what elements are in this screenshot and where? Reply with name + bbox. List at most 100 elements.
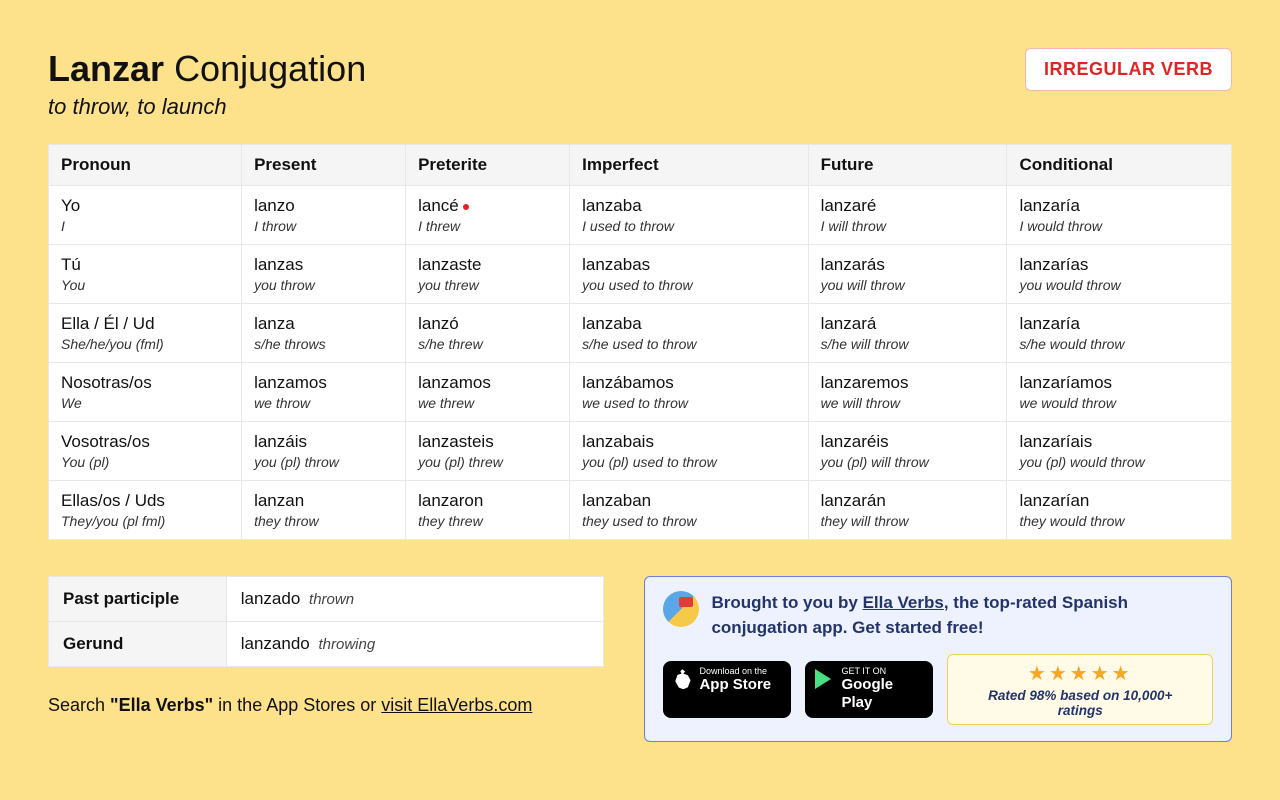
conjugation-cell: lanzabaI used to throw — [570, 186, 808, 245]
cell-sub: I used to throw — [582, 218, 795, 234]
cell-main: Ella / Él / Ud — [61, 314, 229, 334]
cell-main: lanzan — [254, 491, 393, 511]
conjugation-cell: lanzan they throw — [242, 481, 406, 540]
cell-sub: you used to throw — [582, 277, 795, 293]
cell-main: lanzamos — [254, 373, 393, 393]
cell-main: lanzaré — [821, 196, 995, 216]
column-header: Present — [242, 145, 406, 186]
conjugation-cell: lanzaré I will throw — [808, 186, 1007, 245]
cell-main: lanzarán — [821, 491, 995, 511]
conjugation-cell: lanzamoswe threw — [406, 363, 570, 422]
page-title: Lanzar Conjugation — [48, 48, 366, 90]
cell-main: lanzará — [821, 314, 995, 334]
cell-sub: I would throw — [1019, 218, 1219, 234]
conjugation-cell: Nosotras/osWe — [49, 363, 242, 422]
cell-sub: you will throw — [821, 277, 995, 293]
cell-sub: s/he used to throw — [582, 336, 795, 352]
conjugation-cell: lanzasteisyou (pl) threw — [406, 422, 570, 481]
title-verb: Lanzar — [48, 48, 164, 89]
conjugation-cell: lanzabanthey used to throw — [570, 481, 808, 540]
cell-sub: you throw — [254, 277, 393, 293]
conjugation-cell: Ellas/os / UdsThey/you (pl fml) — [49, 481, 242, 540]
conjugation-cell: lanzaríasyou would throw — [1007, 245, 1232, 304]
cell-sub: s/he would throw — [1019, 336, 1219, 352]
conjugation-cell: Ella / Él / Ud She/he/you (fml) — [49, 304, 242, 363]
cell-main: lanzabas — [582, 255, 795, 275]
forms-table: Past participle lanzado thrown Gerund la… — [48, 576, 604, 667]
cell-sub: I threw — [418, 218, 557, 234]
cell-main: lanzábamos — [582, 373, 795, 393]
conjugation-cell: lanzaronthey threw — [406, 481, 570, 540]
cell-sub: they throw — [254, 513, 393, 529]
conjugation-cell: Yo I — [49, 186, 242, 245]
promo-box: Brought to you by Ella Verbs, the top-ra… — [644, 576, 1232, 742]
table-row: Nosotras/osWelanzamoswe throwlanzamoswe … — [49, 363, 1232, 422]
conjugation-cell: lanzaréisyou (pl) will throw — [808, 422, 1007, 481]
cell-sub: s/he throws — [254, 336, 393, 352]
conjugation-cell: Vosotras/os You (pl) — [49, 422, 242, 481]
cell-main: Yo — [61, 196, 229, 216]
ella-verbs-logo-icon — [663, 591, 699, 627]
rating-text: Rated 98% based on 10,000+ ratings — [966, 688, 1194, 718]
conjugation-cell: TúYou — [49, 245, 242, 304]
column-header: Conditional — [1007, 145, 1232, 186]
cell-sub: you (pl) would throw — [1019, 454, 1219, 470]
table-row: Past participle lanzado thrown — [49, 577, 604, 622]
gerund-label: Gerund — [49, 622, 227, 667]
cell-sub: you (pl) used to throw — [582, 454, 795, 470]
cell-main: Ellas/os / Uds — [61, 491, 229, 511]
cell-sub: they will throw — [821, 513, 995, 529]
conjugation-cell: lanzarías/he would throw — [1007, 304, 1232, 363]
app-store-badge[interactable]: Download on the App Store — [663, 661, 791, 718]
visit-ellaverbs-link[interactable]: visit EllaVerbs.com — [381, 695, 532, 715]
conjugation-cell: lanzaremoswe will throw — [808, 363, 1007, 422]
cell-sub: I will throw — [821, 218, 995, 234]
column-header: Pronoun — [49, 145, 242, 186]
google-play-badge[interactable]: GET IT ON Google Play — [805, 661, 933, 718]
conjugation-cell: lanzarán they will throw — [808, 481, 1007, 540]
rating-box: ★★★★★ Rated 98% based on 10,000+ ratings — [947, 654, 1213, 725]
cell-main: lanza — [254, 314, 393, 334]
search-instruction: Search "Ella Verbs" in the App Stores or… — [48, 695, 604, 716]
cell-sub: I throw — [254, 218, 393, 234]
cell-sub: You (pl) — [61, 454, 229, 470]
cell-main: lanzaríamos — [1019, 373, 1219, 393]
promo-text: Brought to you by Ella Verbs, the top-ra… — [711, 591, 1213, 640]
cell-sub: She/he/you (fml) — [61, 336, 229, 352]
column-header: Future — [808, 145, 1007, 186]
conjugation-cell: lanzamoswe throw — [242, 363, 406, 422]
cell-sub: you (pl) threw — [418, 454, 557, 470]
irregular-verb-badge: IRREGULAR VERB — [1025, 48, 1232, 91]
conjugation-cell: lanzaste you threw — [406, 245, 570, 304]
conjugation-table: PronounPresentPreteriteImperfectFutureCo… — [48, 144, 1232, 540]
cell-main: lanzaban — [582, 491, 795, 511]
cell-sub: I — [61, 218, 229, 234]
cell-sub: s/he will throw — [821, 336, 995, 352]
cell-sub: you would throw — [1019, 277, 1219, 293]
past-participle-value: lanzado — [241, 589, 301, 608]
cell-main: lanzaste — [418, 255, 557, 275]
cell-sub: you (pl) will throw — [821, 454, 995, 470]
conjugation-cell: lanzabas you used to throw — [570, 245, 808, 304]
column-header: Preterite — [406, 145, 570, 186]
cell-sub: You — [61, 277, 229, 293]
table-row: YoIlanzoI throwlancéI threwlanzabaI used… — [49, 186, 1232, 245]
conjugation-cell: lanzaríaisyou (pl) would throw — [1007, 422, 1232, 481]
cell-main: lanzo — [254, 196, 393, 216]
cell-main: lanzarían — [1019, 491, 1219, 511]
cell-main: Vosotras/os — [61, 432, 229, 452]
conjugation-cell: lanza s/he throws — [242, 304, 406, 363]
table-row: Ella / Él / Ud She/he/you (fml) lanza s/he … — [49, 304, 1232, 363]
conjugation-cell: lanzo I throw — [242, 186, 406, 245]
cell-main: lanzaremos — [821, 373, 995, 393]
table-row: Ellas/os / UdsThey/you (pl fml) lanzan the… — [49, 481, 1232, 540]
conjugation-cell: lanzabais you (pl) used to throw — [570, 422, 808, 481]
cell-sub: you threw — [418, 277, 557, 293]
ella-verbs-link[interactable]: Ella Verbs — [863, 593, 944, 612]
cell-main: lanzabais — [582, 432, 795, 452]
cell-main: lanzáis — [254, 432, 393, 452]
star-icon: ★★★★★ — [966, 661, 1194, 686]
cell-main: lanzó — [418, 314, 557, 334]
cell-main: lanzaba — [582, 314, 795, 334]
table-row: Gerund lanzando throwing — [49, 622, 604, 667]
